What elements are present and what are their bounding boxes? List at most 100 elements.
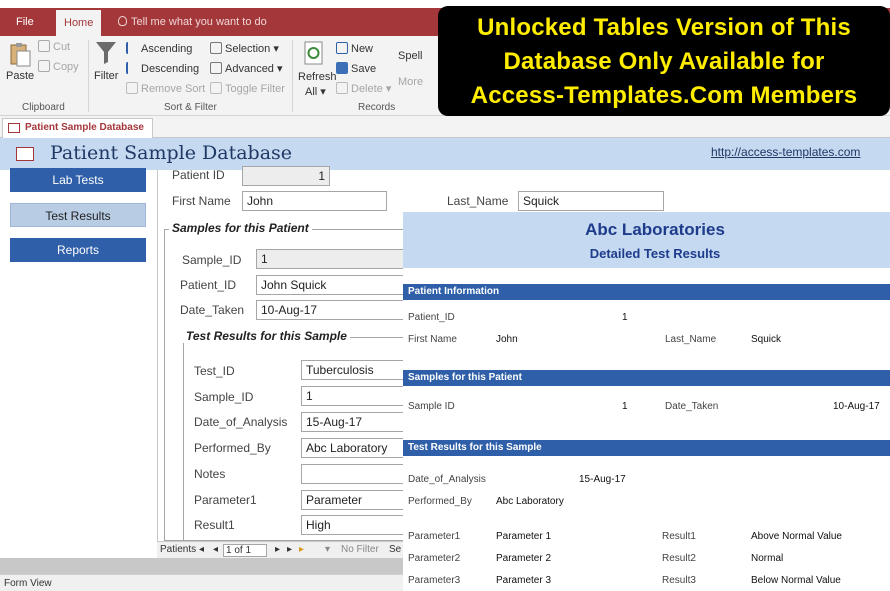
paste-button[interactable]: Paste: [6, 70, 34, 82]
record-navigator: Patients ◂ ◂ 1 of 1 ▸ ▸ ▸ ▾ No Filter Se: [157, 541, 405, 558]
scissors-icon: [38, 40, 50, 52]
spelling-label: Spell: [398, 50, 423, 62]
new-record-button[interactable]: New: [336, 42, 373, 55]
more-label: More: [398, 76, 424, 88]
remove-sort-button[interactable]: Remove Sort: [126, 82, 205, 95]
refresh-all-label: All: [305, 86, 318, 98]
parameter1-field[interactable]: Parameter: [301, 490, 416, 510]
reports-button[interactable]: Reports: [10, 238, 146, 262]
report-first-name-label: First Name: [408, 334, 457, 345]
previous-record-icon[interactable]: ◂: [213, 544, 218, 555]
form-icon: [8, 123, 20, 133]
refresh-all-button[interactable]: Refresh: [298, 71, 337, 83]
report-header: Abc Laboratories Detailed Test Results: [403, 212, 890, 268]
report-date-taken-label: Date_Taken: [665, 401, 719, 412]
advanced-filter-icon: [210, 62, 222, 74]
banner-line-2: Database Only Available for: [503, 48, 825, 75]
tab-file[interactable]: File: [8, 8, 42, 36]
patient-id-label: Patient ID: [172, 168, 225, 182]
more-button[interactable]: More: [398, 76, 423, 88]
no-filter-button[interactable]: No Filter: [341, 544, 379, 555]
sort-filter-group-label: Sort & Filter: [164, 102, 217, 113]
records-group-label: Records: [358, 102, 396, 113]
report-parameter-value: Parameter 1: [496, 531, 552, 542]
ascending-label: Ascending: [141, 43, 193, 55]
test-id-field[interactable]: Tuberculosis: [301, 360, 416, 380]
last-name-field[interactable]: Squick: [518, 191, 664, 211]
test-results-button[interactable]: Test Results: [10, 203, 146, 227]
tell-me-text: Tell me what you want to do: [131, 16, 267, 28]
refresh-all-dropdown[interactable]: All ▾: [305, 85, 326, 98]
banner-line-1: Unlocked Tables Version of This: [477, 14, 851, 41]
lightbulb-icon: [118, 16, 127, 26]
sample-id2-field[interactable]: 1: [301, 386, 416, 406]
lab-tests-button[interactable]: Lab Tests: [10, 168, 146, 192]
copy-label: Copy: [53, 61, 79, 73]
selection-button[interactable]: Selection ▾: [210, 42, 279, 55]
sample-id2-label: Sample_ID: [194, 390, 254, 404]
toggle-filter-label: Toggle Filter: [225, 83, 285, 95]
last-record-icon[interactable]: ▸: [287, 544, 292, 555]
patient-id-field[interactable]: 1: [242, 166, 330, 186]
performed-by-field[interactable]: Abc Laboratory: [301, 438, 416, 458]
tab-home[interactable]: Home: [56, 10, 102, 38]
document-tab-bar: Patient Sample Database: [0, 116, 890, 138]
ascending-button[interactable]: Ascending: [126, 42, 192, 55]
advanced-label: Advanced: [225, 63, 274, 75]
report-parameter-value: Parameter 2: [496, 553, 552, 564]
toggle-filter-button[interactable]: Toggle Filter: [210, 82, 285, 95]
report-date-taken-value: 10-Aug-17: [833, 401, 880, 412]
sample-id-field[interactable]: 1: [256, 249, 416, 269]
report-preview: Abc Laboratories Detailed Test Results P…: [403, 212, 890, 591]
document-tab-patient-sample[interactable]: Patient Sample Database: [2, 118, 153, 138]
remove-sort-label: Remove Sort: [141, 83, 206, 95]
spelling-button[interactable]: Spell: [398, 50, 422, 62]
tell-me-search[interactable]: Tell me what you want to do: [110, 8, 275, 36]
notes-field[interactable]: [301, 464, 416, 484]
record-position-field[interactable]: 1 of 1: [223, 544, 267, 557]
delete-icon: [336, 82, 348, 94]
record-nav-label: Patients: [160, 544, 197, 555]
notes-label: Notes: [194, 467, 226, 481]
copy-button[interactable]: Copy: [38, 60, 79, 73]
patient-id2-field[interactable]: John Squick: [256, 275, 416, 295]
report-first-name-value: John: [496, 334, 518, 345]
result1-field[interactable]: High: [301, 515, 416, 535]
form-header-icon: [16, 147, 34, 161]
status-text: Form View: [4, 578, 52, 589]
sort-descending-icon: [126, 62, 138, 74]
date-of-analysis-field[interactable]: 15-Aug-17: [301, 412, 416, 432]
report-patient-info-bar: Patient Information: [403, 284, 890, 300]
advanced-button[interactable]: Advanced ▾: [210, 62, 283, 75]
delete-button[interactable]: Delete ▾: [336, 82, 391, 95]
new-record-icon: [336, 42, 348, 54]
report-result-label: Result1: [662, 531, 696, 542]
save-button[interactable]: Save: [336, 62, 376, 75]
performed-by-label: Performed_By: [194, 441, 271, 455]
refresh-label: Refresh: [298, 71, 337, 83]
next-record-icon[interactable]: ▸: [275, 544, 280, 555]
sort-ascending-icon: [126, 42, 138, 54]
first-record-icon[interactable]: ◂: [199, 544, 204, 555]
report-sample-id-value: 1: [622, 401, 628, 412]
new-record-nav-icon[interactable]: ▸: [299, 544, 304, 555]
delete-label: Delete: [351, 83, 383, 95]
search-box[interactable]: Se: [389, 544, 401, 555]
report-patient-id-label: Patient_ID: [408, 312, 455, 323]
descending-button[interactable]: Descending: [126, 62, 199, 75]
report-performed-by-value: Abc Laboratory: [496, 496, 564, 507]
report-result-value: Normal: [751, 553, 784, 564]
filter-button[interactable]: Filter: [94, 70, 118, 82]
test-id-label: Test_ID: [194, 364, 235, 378]
descending-label: Descending: [141, 63, 200, 75]
website-link[interactable]: http://access-templates.com: [711, 145, 860, 159]
cut-button[interactable]: Cut: [38, 40, 70, 53]
report-parameter-value: Parameter 3: [496, 575, 552, 586]
date-taken-field[interactable]: 10-Aug-17: [256, 300, 416, 320]
copy-icon: [38, 60, 50, 72]
first-name-field[interactable]: John: [242, 191, 387, 211]
report-subtitle: Detailed Test Results: [589, 246, 721, 261]
report-result-label: Result3: [662, 575, 696, 586]
samples-section-title: Samples for this Patient: [169, 221, 312, 235]
clipboard-group-label: Clipboard: [22, 102, 65, 113]
